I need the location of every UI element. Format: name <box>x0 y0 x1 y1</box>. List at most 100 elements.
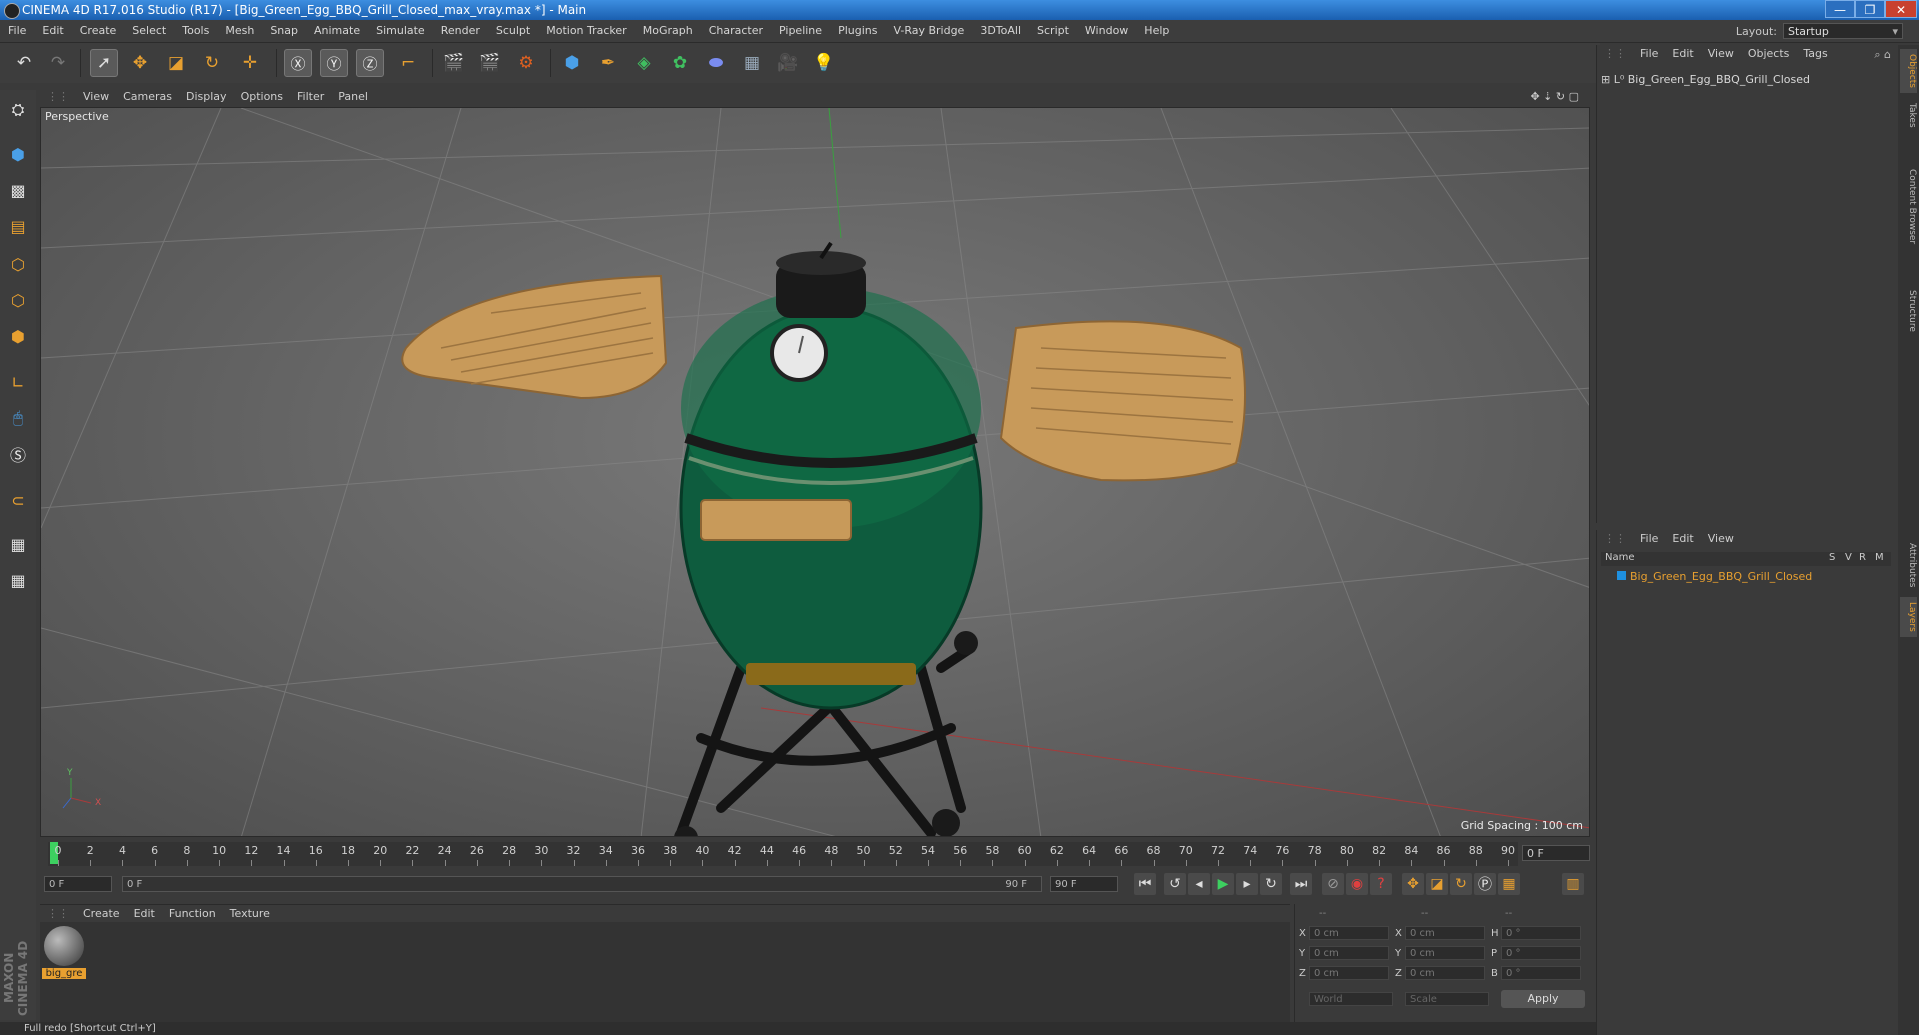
scale-tool-icon[interactable]: ◪ <box>162 49 190 77</box>
edges-mode-icon[interactable]: ⬡ <box>4 286 32 314</box>
viewport-navigation-icons[interactable]: ✥ ⇣ ↻ ▢ <box>1523 88 1586 106</box>
material-menu-texture[interactable]: Texture <box>223 905 277 923</box>
menu-vray-bridge[interactable]: V-Ray Bridge <box>885 20 972 42</box>
floor-icon[interactable]: ▦ <box>738 49 766 77</box>
menu-create[interactable]: Create <box>72 20 125 42</box>
viewport-menu-options[interactable]: Options <box>234 88 290 106</box>
position-y-field[interactable]: 0 cm <box>1309 946 1389 960</box>
tweak-mode-icon[interactable]: 🖱 <box>4 404 32 432</box>
timeline-ruler[interactable]: 0 2 4 6 8 10 12 14 16 18 20 22 24 26 28 30 32 34 36 38 40 42 4… <box>48 842 1518 866</box>
material-menu-create[interactable]: Create <box>76 905 127 923</box>
close-button[interactable]: ✕ <box>1885 0 1917 18</box>
end-frame-field[interactable]: 90 F <box>1050 876 1118 892</box>
apply-button[interactable]: Apply <box>1501 990 1585 1008</box>
viewport-camera-label[interactable]: Perspective <box>45 110 109 123</box>
tab-structure[interactable]: Structure <box>1900 281 1917 341</box>
planar-workplane-icon[interactable]: ▦ <box>4 566 32 594</box>
redo-icon[interactable]: ↷ <box>44 49 72 77</box>
previous-frame-icon[interactable]: ◂ <box>1188 873 1210 895</box>
menu-help[interactable]: Help <box>1136 20 1177 42</box>
key-position-icon[interactable]: ✥ <box>1402 873 1424 895</box>
size-z-field[interactable]: 0 cm <box>1405 966 1485 980</box>
rotate-tool-icon[interactable]: ↻ <box>198 49 226 77</box>
move-tool-icon[interactable]: ✥ <box>126 49 154 77</box>
menu-mograph[interactable]: MoGraph <box>635 20 701 42</box>
perspective-viewport[interactable]: Perspective Y X Grid Spacing : 100 cm <box>40 107 1590 837</box>
snapping-icon[interactable]: Ⓢ <box>4 440 32 468</box>
coordinate-system-icon[interactable]: ⌐ <box>394 49 422 77</box>
points-mode-icon[interactable]: ⬡ <box>4 250 32 278</box>
position-z-field[interactable]: 0 cm <box>1309 966 1389 980</box>
tab-objects[interactable]: Objects <box>1900 49 1917 93</box>
menu-file[interactable]: File <box>0 20 34 42</box>
menu-script[interactable]: Script <box>1029 20 1077 42</box>
magnet-icon[interactable]: ⊂ <box>4 486 32 514</box>
undo-icon[interactable]: ↶ <box>10 49 38 77</box>
cloner-icon[interactable]: ✿ <box>666 49 694 77</box>
objects-search-icon[interactable]: ⌕ ⌂ <box>1874 48 1891 62</box>
viewport-menu-panel[interactable]: Panel <box>331 88 375 106</box>
deformer-icon[interactable]: ⬬ <box>702 49 730 77</box>
key-rotation-icon[interactable]: ↻ <box>1450 873 1472 895</box>
go-to-end-icon[interactable]: ⏭ <box>1290 873 1312 895</box>
maximize-button[interactable]: ❐ <box>1855 0 1885 18</box>
layer-row[interactable]: Big_Green_Egg_BBQ_Grill_Closed <box>1601 570 1891 584</box>
menu-motion-tracker[interactable]: Motion Tracker <box>538 20 634 42</box>
make-editable-icon[interactable]: ⛭ <box>4 96 32 124</box>
size-mode-dropdown[interactable]: Scale <box>1405 992 1489 1006</box>
menu-edit[interactable]: Edit <box>34 20 71 42</box>
menu-character[interactable]: Character <box>701 20 771 42</box>
coordinate-system-dropdown[interactable]: World <box>1309 992 1393 1006</box>
rotation-h-field[interactable]: 0 ° <box>1501 926 1581 940</box>
viewport-menu-display[interactable]: Display <box>179 88 234 106</box>
tab-attributes[interactable]: Attributes <box>1900 535 1917 595</box>
menu-window[interactable]: Window <box>1077 20 1136 42</box>
pen-spline-icon[interactable]: ✒ <box>594 49 622 77</box>
next-frame-icon[interactable]: ▸ <box>1236 873 1258 895</box>
autokey-icon[interactable]: ◉ <box>1346 873 1368 895</box>
tab-takes[interactable]: Takes <box>1900 97 1917 133</box>
menu-mesh[interactable]: Mesh <box>217 20 262 42</box>
play-icon[interactable]: ▶ <box>1212 873 1234 895</box>
menu-select[interactable]: Select <box>124 20 174 42</box>
viewport-menu-cameras[interactable]: Cameras <box>116 88 179 106</box>
camera-icon[interactable]: 🎥 <box>774 49 802 77</box>
tab-content-browser[interactable]: Content Browser <box>1900 137 1917 277</box>
texture-mode-icon[interactable]: ▩ <box>4 176 32 204</box>
material-swatch[interactable]: big_gre <box>42 926 86 982</box>
record-keys-icon[interactable]: ⊘ <box>1322 873 1344 895</box>
menu-render[interactable]: Render <box>433 20 488 42</box>
range-slider[interactable]: 0 F 90 F <box>122 876 1042 892</box>
menu-pipeline[interactable]: Pipeline <box>771 20 830 42</box>
key-scale-icon[interactable]: ◪ <box>1426 873 1448 895</box>
keyframe-selection-icon[interactable]: ? <box>1370 873 1392 895</box>
objects-menu-file[interactable]: File <box>1633 45 1665 63</box>
x-axis-lock-icon[interactable]: Ⓧ <box>284 49 312 77</box>
key-pla-icon[interactable]: ▦ <box>1498 873 1520 895</box>
objects-menu-view[interactable]: View <box>1701 45 1741 63</box>
position-x-field[interactable]: 0 cm <box>1309 926 1389 940</box>
tab-layers[interactable]: Layers <box>1900 597 1917 637</box>
model-mode-icon[interactable]: ⬢ <box>4 140 32 168</box>
start-frame-field[interactable]: 0 F <box>44 876 112 892</box>
live-selection-icon[interactable]: ✛ <box>236 49 264 77</box>
objects-menu-edit[interactable]: Edit <box>1665 45 1700 63</box>
menu-tools[interactable]: Tools <box>174 20 217 42</box>
render-picture-viewer-icon[interactable]: 🎬 <box>476 49 504 77</box>
object-row[interactable]: ⊞ L⁰ Big_Green_Egg_BBQ_Grill_Closed <box>1601 73 1891 89</box>
render-settings-icon[interactable]: ⚙ <box>512 49 540 77</box>
layers-menu-edit[interactable]: Edit <box>1665 530 1700 548</box>
cube-primitive-icon[interactable]: ⬢ <box>558 49 586 77</box>
size-x-field[interactable]: 0 cm <box>1405 926 1485 940</box>
go-to-start-icon[interactable]: ⏮ <box>1134 873 1156 895</box>
subdivision-icon[interactable]: ◈ <box>630 49 658 77</box>
minimize-button[interactable]: — <box>1825 0 1855 18</box>
y-axis-lock-icon[interactable]: Ⓨ <box>320 49 348 77</box>
previous-key-icon[interactable]: ↺ <box>1164 873 1186 895</box>
size-y-field[interactable]: 0 cm <box>1405 946 1485 960</box>
menu-simulate[interactable]: Simulate <box>368 20 433 42</box>
layout-dropdown[interactable]: Startup <box>1783 23 1903 40</box>
polygons-mode-icon[interactable]: ⬢ <box>4 322 32 350</box>
menu-snap[interactable]: Snap <box>262 20 306 42</box>
axis-mode-icon[interactable]: ∟ <box>4 368 32 396</box>
